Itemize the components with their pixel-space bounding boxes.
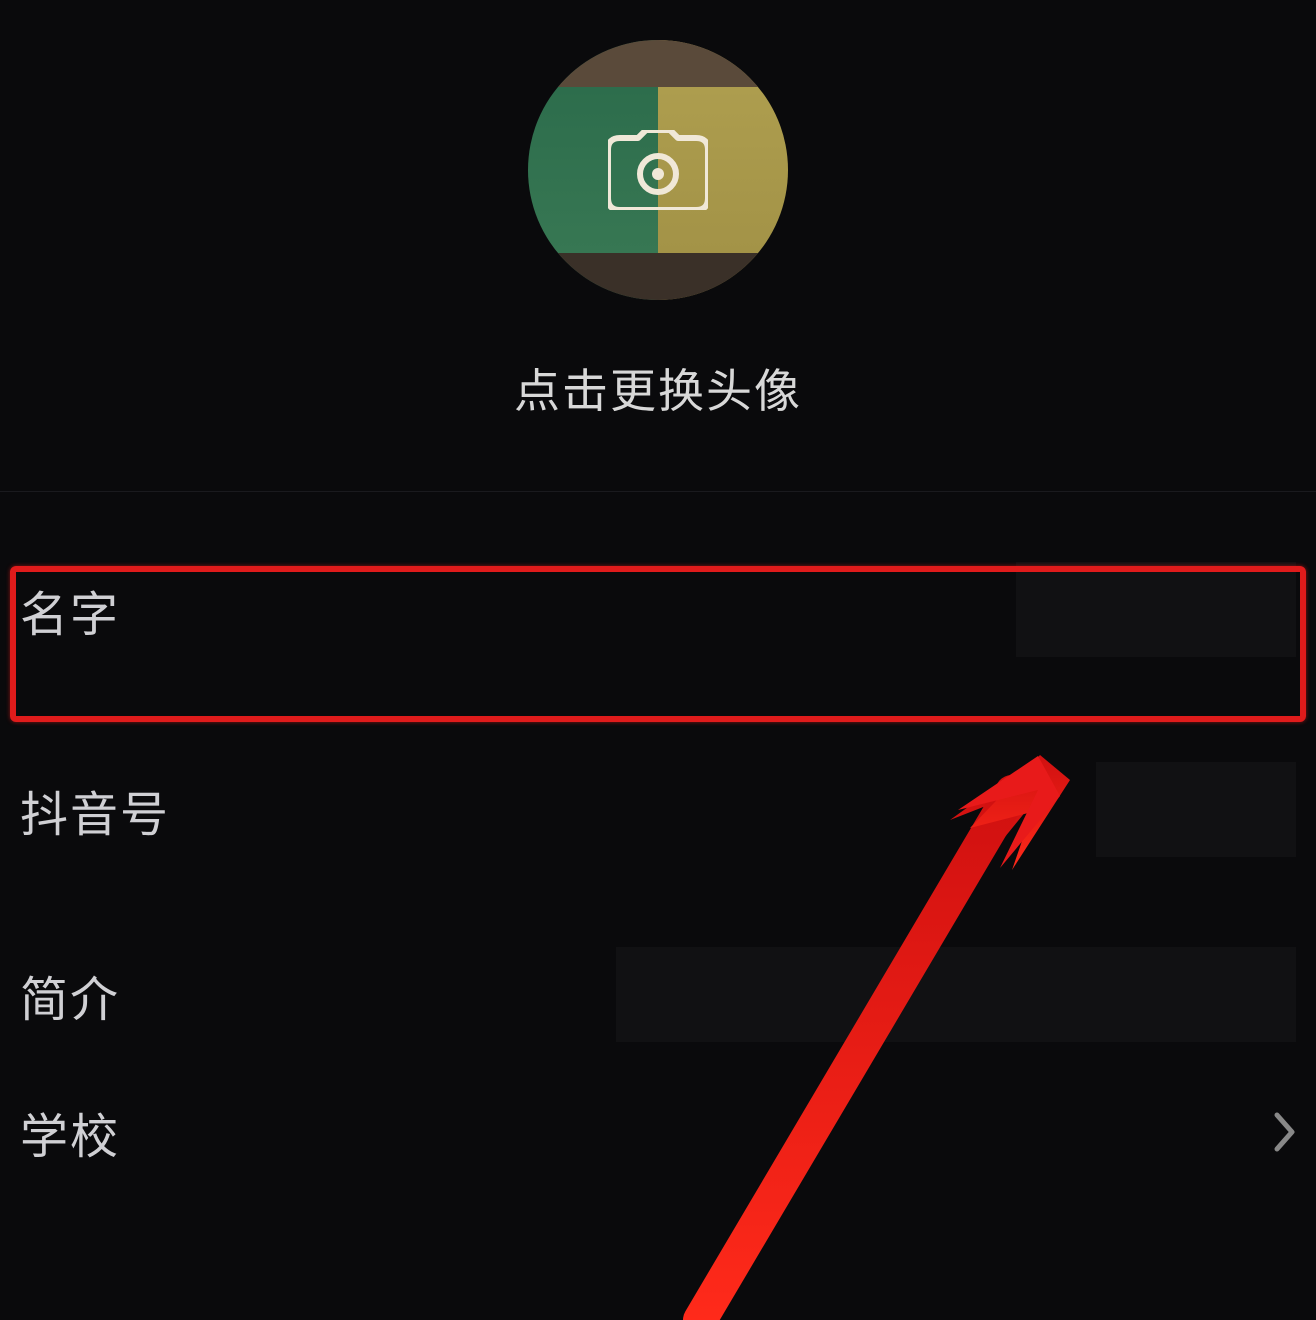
avatar-section: 点击更换头像 [0, 0, 1316, 471]
name-row[interactable]: 名字 [0, 502, 1316, 717]
name-label: 名字 [20, 575, 120, 645]
avatar-hint-text: 点击更换头像 [514, 355, 802, 421]
douyin-id-row[interactable]: 抖音号 [0, 717, 1316, 902]
school-row[interactable]: 学校 [0, 1087, 1316, 1172]
school-label: 学校 [20, 1097, 120, 1167]
profile-fields-list: 名字 抖音号 简介 学校 [0, 502, 1316, 1172]
camera-icon [608, 130, 708, 210]
douyin-id-value-area [1096, 762, 1296, 857]
intro-row[interactable]: 简介 [0, 902, 1316, 1087]
douyin-id-label: 抖音号 [20, 775, 170, 845]
chevron-right-icon [1274, 1112, 1296, 1152]
section-divider [0, 491, 1316, 492]
profile-edit-screen: 点击更换头像 名字 抖音号 简介 学校 [0, 0, 1316, 1316]
name-value-area [1016, 562, 1296, 657]
intro-label: 简介 [20, 960, 120, 1030]
avatar-change-button[interactable] [528, 40, 788, 300]
intro-value-area [616, 947, 1296, 1042]
